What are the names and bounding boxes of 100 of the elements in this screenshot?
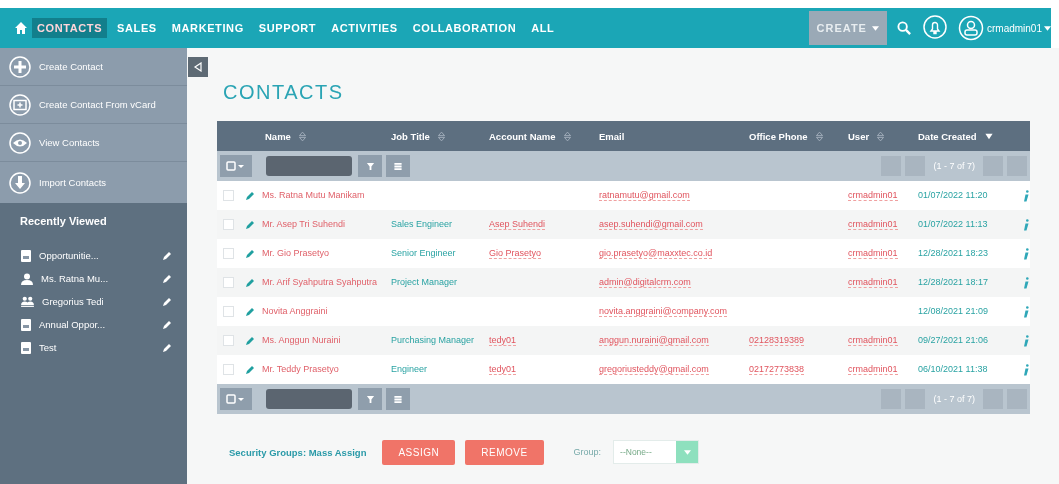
contact-name-link[interactable]: Mr. Arif Syahputra Syahputra xyxy=(260,275,386,289)
contact-name-link[interactable]: Ms. Anggun Nuraini xyxy=(260,333,386,347)
search-icon[interactable] xyxy=(896,20,912,36)
column-header[interactable]: Account Name xyxy=(489,130,571,142)
eye-icon[interactable] xyxy=(9,131,31,154)
sidebar-action-link[interactable]: Import Contacts xyxy=(39,177,107,188)
column-header[interactable]: Date Created xyxy=(918,130,993,142)
columns-button[interactable] xyxy=(386,155,410,177)
sort-icon[interactable] xyxy=(298,131,306,141)
user-link[interactable]: crmadmin01 xyxy=(848,276,898,288)
contact-name-link[interactable]: Mr. Gio Prasetyo xyxy=(260,246,386,260)
group-select[interactable]: --None-- xyxy=(613,440,700,464)
pencil-icon[interactable] xyxy=(245,335,255,346)
select-dropdown[interactable] xyxy=(220,388,252,410)
email-link[interactable]: gregoriusteddy@gmail.com xyxy=(599,363,709,375)
filter-button[interactable] xyxy=(358,388,382,410)
columns-button[interactable] xyxy=(386,388,410,410)
pencil-icon[interactable] xyxy=(245,277,255,288)
bell-icon[interactable] xyxy=(921,15,948,41)
user-link[interactable]: crmadmin01 xyxy=(848,363,898,375)
account-link[interactable]: tedy01 xyxy=(489,334,517,346)
pencil-icon[interactable] xyxy=(245,248,255,259)
info-icon[interactable] xyxy=(1023,363,1029,376)
info-icon[interactable] xyxy=(1023,218,1029,231)
card-icon[interactable] xyxy=(9,93,31,116)
column-header[interactable]: User xyxy=(848,130,885,142)
nav-tab[interactable]: ALL xyxy=(531,22,555,34)
email-link[interactable]: admin@digitalcrm.com xyxy=(599,276,691,288)
column-header[interactable]: Name xyxy=(265,130,306,142)
sidebar-action-link[interactable]: Create Contact From vCard xyxy=(39,99,156,110)
contact-name-link[interactable]: Mr. Asep Tri Suhendi xyxy=(260,217,386,231)
row-checkbox[interactable] xyxy=(223,335,234,346)
info-icon[interactable] xyxy=(1023,334,1029,347)
pencil-icon[interactable] xyxy=(245,190,255,201)
row-checkbox[interactable] xyxy=(223,306,234,317)
email-link[interactable]: gio.prasetyo@maxxtec.co.id xyxy=(599,247,713,259)
collapse-sidebar-button[interactable] xyxy=(188,57,208,77)
nav-tab[interactable]: ACTIVITIES xyxy=(331,22,398,34)
account-link[interactable]: tedy01 xyxy=(489,363,517,375)
create-button[interactable]: CREATE xyxy=(808,11,887,45)
download-icon[interactable] xyxy=(9,171,31,194)
user-menu[interactable]: crmadmin01 xyxy=(986,22,1042,34)
search-field[interactable] xyxy=(266,389,352,409)
email-link[interactable]: novita.anggraini@company.com xyxy=(599,305,728,317)
row-checkbox[interactable] xyxy=(223,248,234,259)
remove-button[interactable]: REMOVE xyxy=(465,439,544,465)
account-link[interactable]: Asep Suhendi xyxy=(489,218,546,230)
email-link[interactable]: anggun.nuraini@gmail.com xyxy=(599,334,709,346)
recent-item-link[interactable]: Test xyxy=(39,342,154,353)
sort-descending-icon[interactable] xyxy=(984,131,993,141)
assign-button[interactable]: ASSIGN xyxy=(382,439,456,465)
search-field[interactable] xyxy=(266,156,352,176)
recent-item-link[interactable]: Ms. Ratna Mu... xyxy=(41,273,154,284)
pencil-icon[interactable] xyxy=(162,342,172,353)
pencil-icon[interactable] xyxy=(245,219,255,230)
filter-button[interactable] xyxy=(358,155,382,177)
sort-icon[interactable] xyxy=(563,131,571,141)
contact-name-link[interactable]: Novita Anggraini xyxy=(260,304,386,318)
user-link[interactable]: crmadmin01 xyxy=(848,189,898,201)
account-link[interactable]: Gio Prasetyo xyxy=(489,247,542,259)
row-checkbox[interactable] xyxy=(223,190,234,201)
phone-link[interactable]: 02128319389 xyxy=(749,334,805,346)
pencil-icon[interactable] xyxy=(162,273,172,284)
contact-name-link[interactable]: Mr. Teddy Prasetyo xyxy=(260,362,386,376)
row-checkbox[interactable] xyxy=(223,277,234,288)
user-link[interactable]: crmadmin01 xyxy=(848,247,898,259)
pencil-icon[interactable] xyxy=(162,250,172,261)
select-dropdown[interactable] xyxy=(220,155,252,177)
phone-link[interactable]: 02172773838 xyxy=(749,363,805,375)
nav-tab[interactable]: SUPPORT xyxy=(258,22,317,34)
nav-tab[interactable]: COLLABORATION xyxy=(412,22,517,34)
home-icon[interactable] xyxy=(14,21,28,35)
plus-icon[interactable] xyxy=(9,55,31,78)
sort-icon[interactable] xyxy=(877,131,885,141)
info-icon[interactable] xyxy=(1023,276,1029,289)
row-checkbox[interactable] xyxy=(223,219,234,230)
user-icon[interactable] xyxy=(957,15,984,41)
recent-item-link[interactable]: Opportunitie... xyxy=(39,250,154,261)
sidebar-action-link[interactable]: Create Contact xyxy=(39,61,103,72)
contact-name-link[interactable]: Ms. Ratna Mutu Manikam xyxy=(260,188,386,202)
pencil-icon[interactable] xyxy=(162,319,172,330)
email-link[interactable]: asep.suhendi@gmail.com xyxy=(599,218,703,230)
sort-icon[interactable] xyxy=(815,131,823,141)
caret-icon[interactable] xyxy=(1044,25,1051,31)
column-header[interactable]: Email xyxy=(599,130,625,142)
pencil-icon[interactable] xyxy=(245,364,255,375)
pencil-icon[interactable] xyxy=(245,306,255,317)
info-icon[interactable] xyxy=(1023,305,1029,318)
email-link[interactable]: ratnamutu@gmail.com xyxy=(599,189,690,201)
nav-tab[interactable]: CONTACTS xyxy=(32,18,108,38)
column-header[interactable]: Job Title xyxy=(391,130,445,142)
info-icon[interactable] xyxy=(1023,247,1029,260)
user-link[interactable]: crmadmin01 xyxy=(848,218,898,230)
nav-tab[interactable]: SALES xyxy=(117,22,157,34)
pencil-icon[interactable] xyxy=(162,296,172,307)
column-header[interactable]: Office Phone xyxy=(749,130,823,142)
user-link[interactable]: crmadmin01 xyxy=(848,334,898,346)
sort-icon[interactable] xyxy=(437,131,445,141)
info-icon[interactable] xyxy=(1023,189,1029,202)
sidebar-action-link[interactable]: View Contacts xyxy=(39,137,100,148)
